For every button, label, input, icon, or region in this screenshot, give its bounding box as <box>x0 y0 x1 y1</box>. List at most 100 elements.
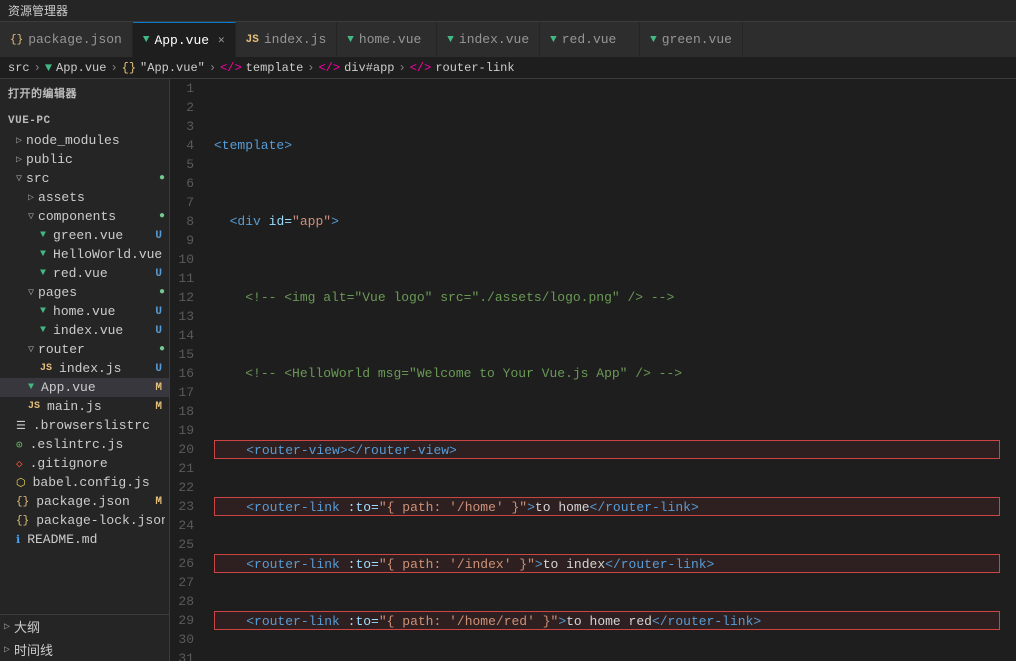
arrow-icon: ▷ <box>28 192 34 204</box>
pages-dot: ● <box>159 287 165 298</box>
green-vue-icon: ▼ <box>650 34 657 46</box>
breadcrumb-vue-icon: ▼ <box>45 61 52 75</box>
tab-index-vue[interactable]: ▼ index.vue <box>437 22 540 57</box>
package-json-icon: {} <box>10 34 23 46</box>
line-num-15: 15 <box>178 345 194 364</box>
line-num-7: 7 <box>178 193 194 212</box>
line-numbers: 1 2 3 4 5 6 7 8 9 10 11 12 13 14 15 16 1… <box>170 79 206 661</box>
line-num-21: 21 <box>178 459 194 478</box>
breadcrumb-divapp-icon: </> <box>318 61 340 75</box>
sidebar-item-red-vue[interactable]: ▼ red.vue U <box>0 264 169 283</box>
sidebar-item-eslintrc[interactable]: ⊙ .eslintrc.js <box>0 435 169 454</box>
md-icon: ℹ <box>16 533 20 547</box>
sidebar-item-public[interactable]: ▷ public <box>0 150 169 169</box>
tab-package-json[interactable]: {} package.json <box>0 22 133 57</box>
sidebar-outline[interactable]: ▷ 大纲 <box>0 615 169 638</box>
sidebar-item-helloworld[interactable]: ▼ HelloWorld.vue <box>0 245 169 264</box>
line-num-12: 12 <box>178 288 194 307</box>
line-num-28: 28 <box>178 592 194 611</box>
tab-label-app-vue: App.vue <box>154 33 209 48</box>
sidebar-item-green-vue[interactable]: ▼ green.vue U <box>0 226 169 245</box>
line-num-6: 6 <box>178 174 194 193</box>
resource-manager-bar: 资源管理器 <box>0 0 1016 22</box>
line-num-16: 16 <box>178 364 194 383</box>
tab-red-vue[interactable]: ▼ red.vue <box>540 22 640 57</box>
line-num-9: 9 <box>178 231 194 250</box>
sidebar-item-babel[interactable]: ⬡ babel.config.js <box>0 473 169 492</box>
breadcrumb-appvue-str[interactable]: "App.vue" <box>140 61 205 75</box>
router-index-js-label: index.js <box>56 361 148 376</box>
code-line-6: <router-link :to="{ path: '/home' }">to … <box>214 497 1000 516</box>
tab-label-home-vue: home.vue <box>359 32 421 47</box>
breadcrumb-routerlink[interactable]: router-link <box>435 61 514 75</box>
green-vue-badge: U <box>152 229 165 243</box>
index-vue-pages-badge: U <box>152 324 165 338</box>
line-num-13: 13 <box>178 307 194 326</box>
sidebar-item-package-lock[interactable]: {} package-lock.json <box>0 511 169 530</box>
project-title: VUE-PC <box>0 109 169 131</box>
sidebar-item-components[interactable]: ▽ components ● <box>0 207 169 226</box>
sidebar-item-main-js[interactable]: JS main.js M <box>0 397 169 416</box>
breadcrumb-routerlink-icon: </> <box>410 61 432 75</box>
vue-icon: ▼ <box>40 268 46 279</box>
sidebar-item-assets[interactable]: ▷ assets <box>0 188 169 207</box>
sidebar-item-gitignore[interactable]: ◇ .gitignore <box>0 454 169 473</box>
json-icon: {} <box>16 515 29 527</box>
router-index-js-badge: U <box>152 362 165 376</box>
open-editors-title: 打开的编辑器 <box>0 79 169 105</box>
arrow-icon: ▷ <box>16 154 22 166</box>
sidebar-item-router-index-js[interactable]: JS index.js U <box>0 359 169 378</box>
src-dot: ● <box>159 173 165 184</box>
components-dot: ● <box>159 211 165 222</box>
package-lock-label: package-lock.json <box>33 513 165 528</box>
sidebar-item-browserslist[interactable]: ☰ .browserslistrc <box>0 416 169 435</box>
tab-home-vue[interactable]: ▼ home.vue <box>337 22 437 57</box>
sidebar-item-readme[interactable]: ℹ README.md <box>0 530 169 549</box>
vue-icon: ▼ <box>40 230 46 241</box>
tab-app-vue[interactable]: ▼ App.vue ✕ <box>133 22 236 57</box>
app-vue-badge: M <box>152 381 165 395</box>
outline-label: 大纲 <box>14 617 165 636</box>
sidebar-item-index-vue-pages[interactable]: ▼ index.vue U <box>0 321 169 340</box>
eslintrc-label: .eslintrc.js <box>27 437 165 452</box>
sidebar: 打开的编辑器 VUE-PC ▷ node_modules ▷ public ▽ … <box>0 79 170 661</box>
src-label: src <box>26 171 155 186</box>
close-app-vue-button[interactable]: ✕ <box>218 33 225 47</box>
line-num-25: 25 <box>178 535 194 554</box>
breadcrumb-template[interactable]: template <box>246 61 304 75</box>
green-vue-label: green.vue <box>50 228 148 243</box>
sidebar-item-home-vue[interactable]: ▼ home.vue U <box>0 302 169 321</box>
sidebar-item-pages[interactable]: ▽ pages ● <box>0 283 169 302</box>
arrow-icon: ▷ <box>16 135 22 147</box>
line-num-29: 29 <box>178 611 194 630</box>
home-vue-badge: U <box>152 305 165 319</box>
sidebar-bottom: ▷ 大纲 ▷ 时间线 <box>0 614 169 661</box>
router-label: router <box>38 342 155 357</box>
line-num-30: 30 <box>178 630 194 649</box>
code-line-8: <router-link :to="{ path: '/home/red' }"… <box>214 611 1000 630</box>
index-vue-icon: ▼ <box>447 34 454 46</box>
tab-green-vue[interactable]: ▼ green.vue <box>640 22 743 57</box>
readme-label: README.md <box>24 532 165 547</box>
sidebar-item-app-vue[interactable]: ▼ App.vue M <box>0 378 169 397</box>
node-modules-label: node_modules <box>26 133 165 148</box>
js-icon: JS <box>28 401 40 412</box>
breadcrumb-app-vue[interactable]: App.vue <box>56 61 106 75</box>
red-vue-icon: ▼ <box>550 34 557 46</box>
router-dot: ● <box>159 344 165 355</box>
vue-icon: ▼ <box>40 249 46 260</box>
tab-index-js[interactable]: JS index.js <box>236 22 338 57</box>
sidebar-timeline[interactable]: ▷ 时间线 <box>0 638 169 661</box>
breadcrumb-divapp[interactable]: div#app <box>344 61 394 75</box>
code-content[interactable]: <template> <div id="app"> <!-- <img alt=… <box>206 79 1016 661</box>
code-line-2: <div id="app"> <box>214 212 1008 231</box>
code-editor[interactable]: 1 2 3 4 5 6 7 8 9 10 11 12 13 14 15 16 1… <box>170 79 1016 661</box>
sidebar-item-package-json[interactable]: {} package.json M <box>0 492 169 511</box>
breadcrumb-src[interactable]: src <box>8 61 30 75</box>
vue-icon: ▼ <box>40 325 46 336</box>
sidebar-item-node-modules[interactable]: ▷ node_modules <box>0 131 169 150</box>
public-label: public <box>26 152 165 167</box>
git-icon: ◇ <box>16 457 23 471</box>
sidebar-item-router[interactable]: ▽ router ● <box>0 340 169 359</box>
sidebar-item-src[interactable]: ▽ src ● <box>0 169 169 188</box>
